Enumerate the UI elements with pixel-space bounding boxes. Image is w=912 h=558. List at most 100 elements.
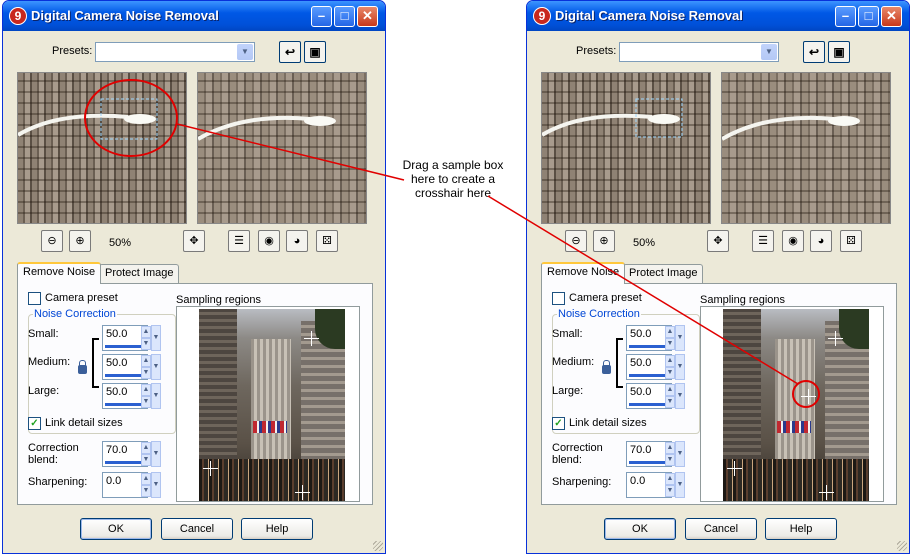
medium-stepper[interactable]: ▲ ▼ ▼ — [141, 354, 161, 380]
ok-button[interactable]: OK — [604, 518, 676, 540]
sharpening-stepper[interactable]: ▲ ▼ ▼ — [665, 472, 685, 498]
crosshair-icon[interactable] — [819, 485, 834, 500]
title-bar[interactable]: 9 Digital Camera Noise Removal – □ ✕ — [527, 1, 909, 31]
correction-blend-label: Correction blend: — [552, 442, 603, 466]
sharpening-stepper[interactable]: ▲ ▼ ▼ — [141, 472, 161, 498]
lock-icon[interactable] — [78, 360, 87, 374]
before-preview[interactable] — [17, 72, 187, 224]
help-button[interactable]: Help — [241, 518, 313, 540]
small-label: Small: — [28, 328, 59, 340]
link-detail-checkbox[interactable]: ✓ — [552, 417, 565, 430]
crosshair-icon[interactable] — [801, 389, 816, 404]
chevron-down-icon[interactable]: ▼ — [761, 44, 777, 60]
sampling-regions-frame[interactable] — [176, 306, 360, 502]
small-stepper[interactable]: ▲ ▼ ▼ — [141, 325, 161, 351]
ok-button[interactable]: OK — [80, 518, 152, 540]
resize-grip[interactable] — [897, 541, 907, 551]
correction-blend-label: Correction blend: — [28, 442, 79, 466]
sampling-image[interactable] — [723, 309, 869, 501]
zoom-out-icon[interactable]: ⊖ — [565, 230, 587, 252]
resize-grip[interactable] — [373, 541, 383, 551]
tab-remove-noise[interactable]: Remove Noise — [17, 262, 102, 284]
small-label: Small: — [552, 328, 583, 340]
lock-icon[interactable] — [602, 360, 611, 374]
small-stepper[interactable]: ▲ ▼ ▼ — [665, 325, 685, 351]
correction-blend-stepper[interactable]: ▲ ▼ ▼ — [141, 441, 161, 467]
presets-label: Presets: — [52, 45, 93, 57]
large-stepper[interactable]: ▲ ▼ ▼ — [141, 383, 161, 409]
chevron-down-icon[interactable]: ▼ — [237, 44, 253, 60]
pan-icon[interactable]: ✥ — [707, 230, 729, 252]
tab-protect-image[interactable]: Protect Image — [623, 264, 704, 284]
street-lamp-graphic — [198, 115, 336, 141]
before-preview[interactable] — [541, 72, 711, 224]
camera-preset-checkbox[interactable] — [28, 292, 41, 305]
link-detail-label: Link detail sizes — [569, 417, 647, 429]
presets-label: Presets: — [576, 45, 617, 57]
sharpening-label: Sharpening: — [552, 476, 612, 488]
save-preset-button[interactable]: ▣ — [828, 41, 850, 63]
link-bracket — [616, 338, 623, 388]
title-bar[interactable]: 9 Digital Camera Noise Removal – □ ✕ — [3, 1, 385, 31]
sampling-image[interactable] — [199, 309, 345, 501]
zoom-in-icon[interactable]: ⊕ — [69, 230, 91, 252]
reset-preset-button[interactable]: ↩ — [279, 41, 301, 63]
camera-preset-checkbox[interactable] — [552, 292, 565, 305]
save-preset-button[interactable]: ▣ — [304, 41, 326, 63]
preview-toggle-icon[interactable]: ☰ — [752, 230, 774, 252]
link-bracket — [92, 338, 99, 388]
cancel-button[interactable]: Cancel — [685, 518, 757, 540]
preview-toggle-icon[interactable]: ☰ — [228, 230, 250, 252]
link-detail-checkbox[interactable]: ✓ — [28, 417, 41, 430]
right-dialog: 9 Digital Camera Noise Removal – □ ✕ Pre… — [526, 0, 910, 554]
close-button[interactable]: ✕ — [881, 6, 902, 27]
presets-select[interactable]: ▼ — [95, 42, 255, 62]
noise-correction-title: Noise Correction — [33, 308, 117, 320]
eye-icon[interactable]: ◕ — [286, 230, 308, 252]
remove-noise-panel: Camera preset Sampling regions Noise Cor… — [17, 283, 373, 505]
randomize-icon[interactable]: ⚄ — [316, 230, 338, 252]
crosshair-icon[interactable] — [304, 331, 319, 346]
crosshair-icon[interactable] — [295, 485, 310, 500]
street-lamp-graphic — [722, 115, 860, 141]
link-detail-label: Link detail sizes — [45, 417, 123, 429]
maximize-button[interactable]: □ — [334, 6, 355, 27]
maximize-button[interactable]: □ — [858, 6, 879, 27]
zoom-in-icon[interactable]: ⊕ — [593, 230, 615, 252]
correction-blend-stepper[interactable]: ▲ ▼ ▼ — [665, 441, 685, 467]
street-lamp-graphic — [18, 98, 158, 140]
pan-icon[interactable]: ✥ — [183, 230, 205, 252]
presets-select[interactable]: ▼ — [619, 42, 779, 62]
tab-remove-noise[interactable]: Remove Noise — [541, 262, 626, 284]
minimize-button[interactable]: – — [835, 6, 856, 27]
after-preview — [197, 72, 367, 224]
dialog-title: Digital Camera Noise Removal — [555, 8, 743, 23]
large-stepper[interactable]: ▲ ▼ ▼ — [665, 383, 685, 409]
annotation-callout: Drag a sample box here to create a cross… — [402, 158, 504, 200]
sampling-regions-frame[interactable] — [700, 306, 884, 502]
sampling-regions-label: Sampling regions — [176, 294, 261, 306]
zoom-level: 50% — [109, 237, 132, 249]
close-button[interactable]: ✕ — [357, 6, 378, 27]
lock-eye-icon[interactable]: ◉ — [258, 230, 280, 252]
app-icon: 9 — [9, 7, 27, 25]
crosshair-icon[interactable] — [727, 461, 742, 476]
minimize-button[interactable]: – — [311, 6, 332, 27]
tab-protect-image[interactable]: Protect Image — [99, 264, 180, 284]
large-label: Large: — [28, 385, 60, 397]
eye-icon[interactable]: ◕ — [810, 230, 832, 252]
zoom-out-icon[interactable]: ⊖ — [41, 230, 63, 252]
help-button[interactable]: Help — [765, 518, 837, 540]
reset-preset-button[interactable]: ↩ — [803, 41, 825, 63]
left-dialog: 9 Digital Camera Noise Removal – □ ✕ Pre… — [2, 0, 386, 554]
app-icon: 9 — [533, 7, 551, 25]
medium-stepper[interactable]: ▲ ▼ ▼ — [665, 354, 685, 380]
lock-eye-icon[interactable]: ◉ — [782, 230, 804, 252]
cancel-button[interactable]: Cancel — [161, 518, 233, 540]
zoom-level: 50% — [633, 237, 656, 249]
sampling-regions-label: Sampling regions — [700, 294, 785, 306]
crosshair-icon[interactable] — [203, 461, 218, 476]
noise-correction-title: Noise Correction — [557, 308, 641, 320]
randomize-icon[interactable]: ⚄ — [840, 230, 862, 252]
crosshair-icon[interactable] — [828, 331, 843, 346]
